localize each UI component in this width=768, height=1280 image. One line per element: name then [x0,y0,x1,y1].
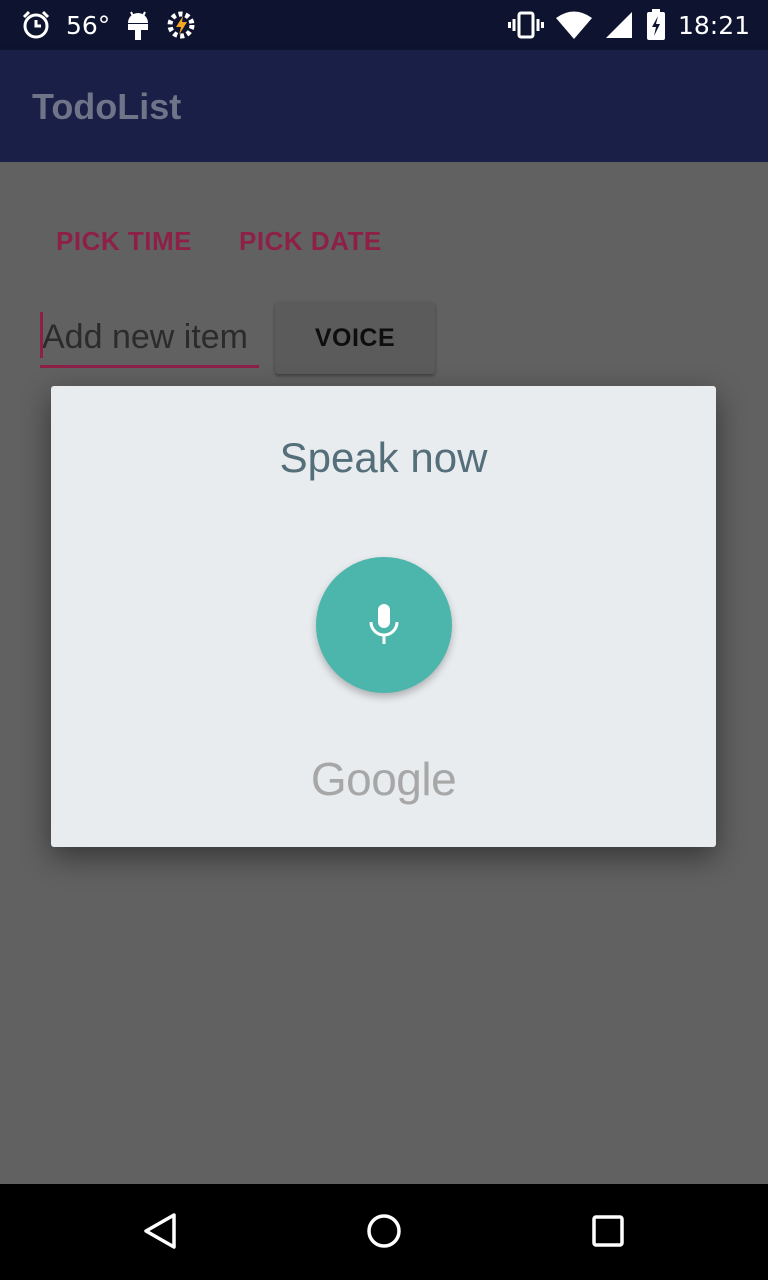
status-bar: 56° 18:21 [0,0,768,50]
speak-now-prompt: Speak now [279,434,488,481]
voice-input-dialog: Speak now Google [51,386,716,847]
new-item-input[interactable] [40,310,259,368]
tasker-icon [166,10,196,40]
home-icon [364,1211,404,1254]
alarm-icon [20,9,52,41]
vibrate-icon [507,10,544,40]
recents-button[interactable] [584,1208,632,1256]
back-button[interactable] [136,1208,184,1256]
pick-date-button[interactable]: PICK DATE [239,226,382,257]
google-logo: Google [310,753,457,805]
battery-icon [646,9,666,41]
back-icon [140,1211,180,1254]
app-toolbar: TodoList [0,50,768,162]
clock-time: 18:21 [677,10,750,40]
android-icon [124,9,152,41]
microphone-icon [366,600,402,651]
microphone-button[interactable] [316,557,452,693]
signal-icon [604,10,634,40]
temperature-label: 56° [66,10,111,40]
voice-button[interactable]: VOICE [275,302,435,374]
pick-time-button[interactable]: PICK TIME [56,226,192,257]
wifi-icon [555,11,592,39]
recents-icon [588,1211,628,1254]
home-button[interactable] [360,1208,408,1256]
text-cursor [40,312,43,358]
navigation-bar [0,1184,768,1280]
app-title: TodoList [32,86,182,127]
